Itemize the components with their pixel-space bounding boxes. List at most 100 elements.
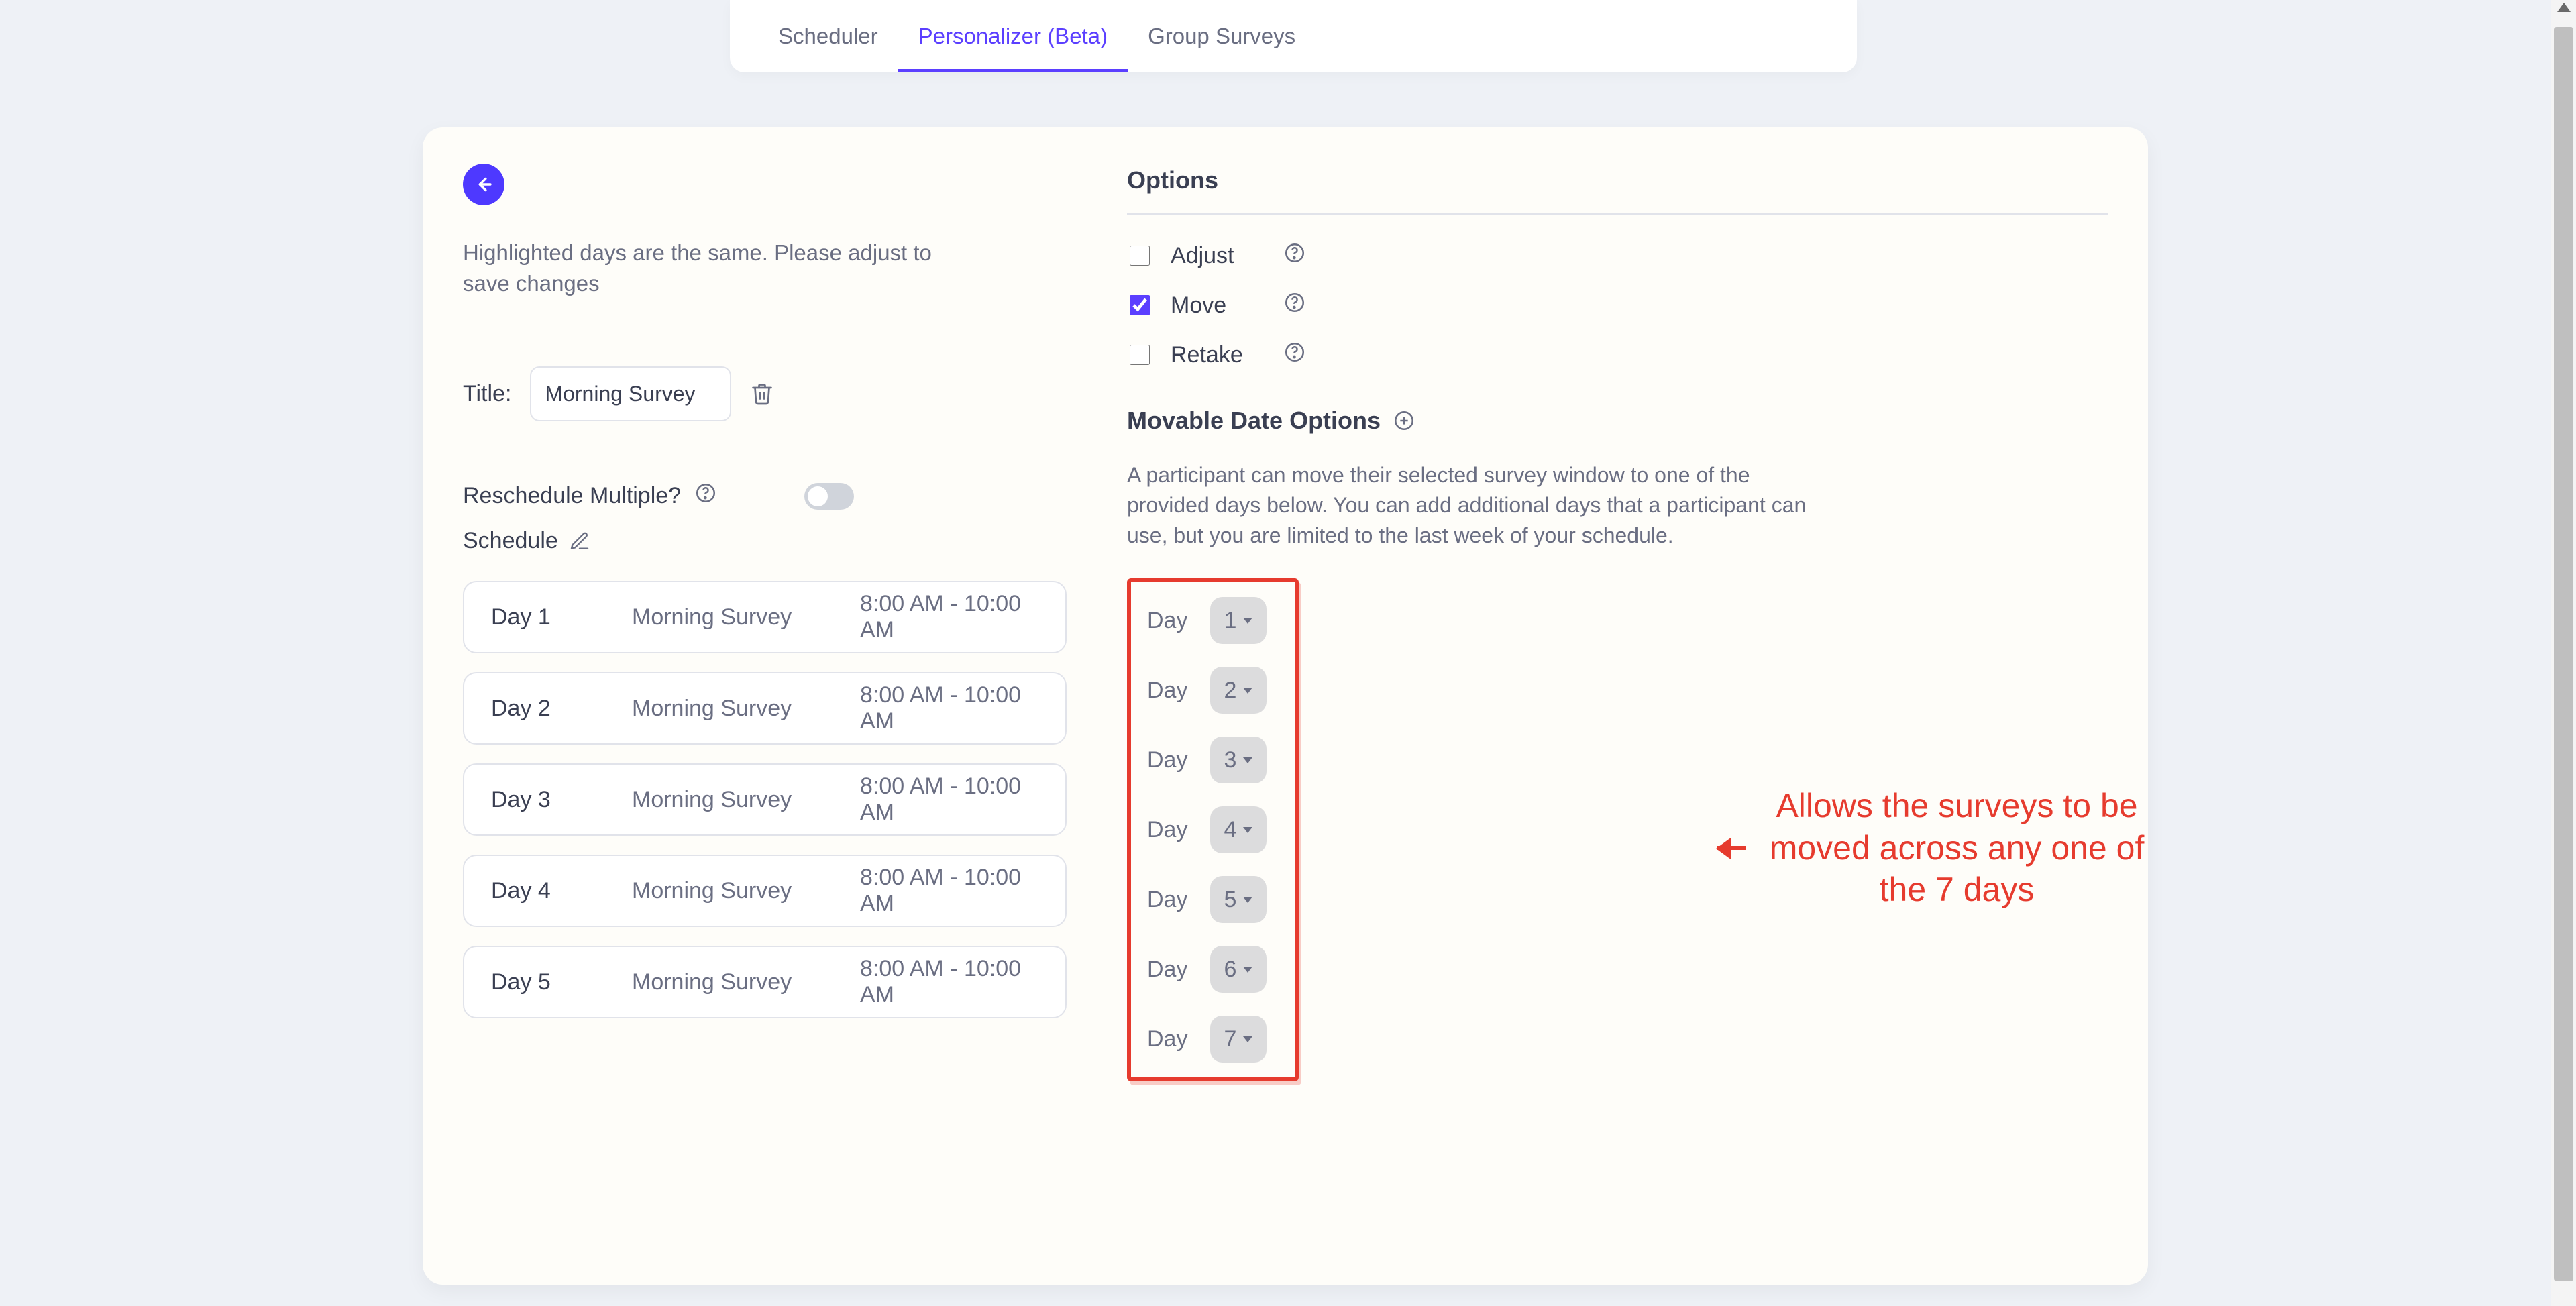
delete-button[interactable] (750, 382, 774, 406)
options-heading: Options (1127, 166, 2108, 195)
title-row: Title: (463, 366, 1067, 421)
schedule-row-item[interactable]: Day 2 Morning Survey 8:00 AM - 10:00 AM (463, 672, 1067, 745)
day-label: Day (1147, 1026, 1194, 1052)
day-select[interactable]: 5 (1210, 876, 1267, 923)
day-select-value: 6 (1224, 957, 1237, 983)
schedule-name: Morning Survey (632, 604, 820, 631)
schedule-time: 8:00 AM - 10:00 AM (860, 956, 1038, 1008)
scrollbar-up-arrow-icon (2557, 3, 2571, 12)
day-select-value: 4 (1224, 817, 1237, 843)
movable-day-option-row: Day 1 (1147, 597, 1275, 644)
option-retake-checkbox[interactable] (1130, 345, 1150, 365)
annotation-text: Allows the surveys to be moved across an… (1766, 785, 2148, 911)
scrollbar-thumb[interactable] (2554, 27, 2573, 1281)
help-icon (694, 482, 717, 504)
day-select[interactable]: 2 (1210, 667, 1267, 714)
option-move-help[interactable] (1283, 291, 1306, 320)
day-select-value: 5 (1224, 887, 1237, 913)
schedule-time: 8:00 AM - 10:00 AM (860, 773, 1038, 826)
day-select[interactable]: 6 (1210, 946, 1267, 993)
movable-day-option-row: Day 7 (1147, 1016, 1275, 1063)
schedule-day-label: Day 5 (491, 969, 592, 995)
option-adjust-help[interactable] (1283, 241, 1306, 270)
option-move-label: Move (1171, 292, 1265, 319)
day-select[interactable]: 7 (1210, 1016, 1267, 1063)
day-label: Day (1147, 608, 1194, 634)
day-label: Day (1147, 957, 1194, 983)
tab-personalizer[interactable]: Personalizer (Beta) (898, 0, 1128, 72)
day-select[interactable]: 4 (1210, 806, 1267, 853)
option-retake-label: Retake (1171, 342, 1265, 368)
tab-scheduler[interactable]: Scheduler (758, 0, 898, 72)
title-input[interactable] (530, 366, 731, 421)
panel-columns: Highlighted days are the same. Please ad… (463, 164, 2108, 1248)
chevron-down-icon (1243, 967, 1252, 973)
schedule-name: Morning Survey (632, 969, 820, 995)
option-adjust-checkbox[interactable] (1130, 246, 1150, 266)
app-stage: Scheduler Personalizer (Beta) Group Surv… (0, 0, 2576, 1306)
back-button[interactable] (463, 164, 504, 205)
chevron-down-icon (1243, 757, 1252, 763)
tab-label: Personalizer (Beta) (918, 23, 1108, 48)
annotation-callout: Allows the surveys to be moved across an… (1717, 785, 2148, 911)
tab-label: Group Surveys (1148, 23, 1295, 48)
option-move-checkbox[interactable] (1130, 295, 1150, 315)
left-column: Highlighted days are the same. Please ad… (463, 164, 1067, 1248)
option-adjust-row: Adjust (1127, 231, 2108, 280)
schedule-time: 8:00 AM - 10:00 AM (860, 865, 1038, 917)
movable-options-heading: Movable Date Options (1127, 406, 1381, 435)
day-select-value: 3 (1224, 747, 1237, 773)
schedule-name: Morning Survey (632, 696, 820, 722)
movable-day-option-row: Day 4 (1147, 806, 1275, 853)
day-label: Day (1147, 747, 1194, 773)
day-select[interactable]: 1 (1210, 597, 1267, 644)
movable-day-option-row: Day 2 (1147, 667, 1275, 714)
chevron-down-icon (1243, 618, 1252, 624)
edit-icon (569, 531, 590, 552)
tab-group-surveys[interactable]: Group Surveys (1128, 0, 1316, 72)
schedule-heading-row: Schedule (463, 528, 1067, 554)
option-move-row: Move (1127, 280, 2108, 330)
schedule-row-item[interactable]: Day 4 Morning Survey 8:00 AM - 10:00 AM (463, 855, 1067, 927)
schedule-day-label: Day 1 (491, 604, 592, 631)
chevron-down-icon (1243, 1036, 1252, 1042)
reschedule-row: Reschedule Multiple? (463, 482, 1067, 510)
movable-day-option-list: Day 1 Day 2 Day (1127, 578, 1299, 1081)
tabs-bar: Scheduler Personalizer (Beta) Group Surv… (730, 0, 1857, 72)
options-divider (1127, 213, 2108, 215)
chevron-down-icon (1243, 897, 1252, 903)
reschedule-toggle[interactable] (804, 483, 854, 510)
day-select-value: 7 (1224, 1026, 1237, 1052)
right-column: Options Adjust Move (1127, 164, 2108, 1248)
schedule-day-label: Day 3 (491, 787, 592, 813)
warning-message: Highlighted days are the same. Please ad… (463, 237, 932, 299)
title-label: Title: (463, 381, 511, 407)
schedule-label: Schedule (463, 528, 558, 554)
help-icon (1283, 341, 1306, 364)
option-retake-help[interactable] (1283, 341, 1306, 370)
schedule-day-label: Day 2 (491, 696, 592, 722)
day-label: Day (1147, 887, 1194, 913)
day-select[interactable]: 3 (1210, 737, 1267, 783)
schedule-row-item[interactable]: Day 3 Morning Survey 8:00 AM - 10:00 AM (463, 763, 1067, 836)
edit-schedule-button[interactable] (569, 531, 590, 552)
schedule-name: Morning Survey (632, 787, 820, 813)
schedule-row-item[interactable]: Day 1 Morning Survey 8:00 AM - 10:00 AM (463, 581, 1067, 653)
day-label: Day (1147, 817, 1194, 843)
schedule-name: Morning Survey (632, 878, 820, 904)
reschedule-help[interactable] (694, 482, 717, 510)
vertical-scrollbar[interactable] (2551, 0, 2576, 1306)
reschedule-label: Reschedule Multiple? (463, 483, 681, 509)
trash-icon (750, 382, 774, 406)
help-icon (1283, 241, 1306, 264)
movable-options-description: A participant can move their selected su… (1127, 460, 1811, 550)
chevron-down-icon (1243, 688, 1252, 694)
movable-options-heading-row: Movable Date Options (1127, 406, 2108, 435)
schedule-time: 8:00 AM - 10:00 AM (860, 591, 1038, 643)
day-select-value: 2 (1224, 677, 1237, 704)
plus-circle-icon (1393, 409, 1415, 432)
day-label: Day (1147, 677, 1194, 704)
schedule-row-item[interactable]: Day 5 Morning Survey 8:00 AM - 10:00 AM (463, 946, 1067, 1018)
add-movable-day-button[interactable] (1393, 409, 1415, 432)
personalizer-panel: Highlighted days are the same. Please ad… (423, 127, 2148, 1285)
